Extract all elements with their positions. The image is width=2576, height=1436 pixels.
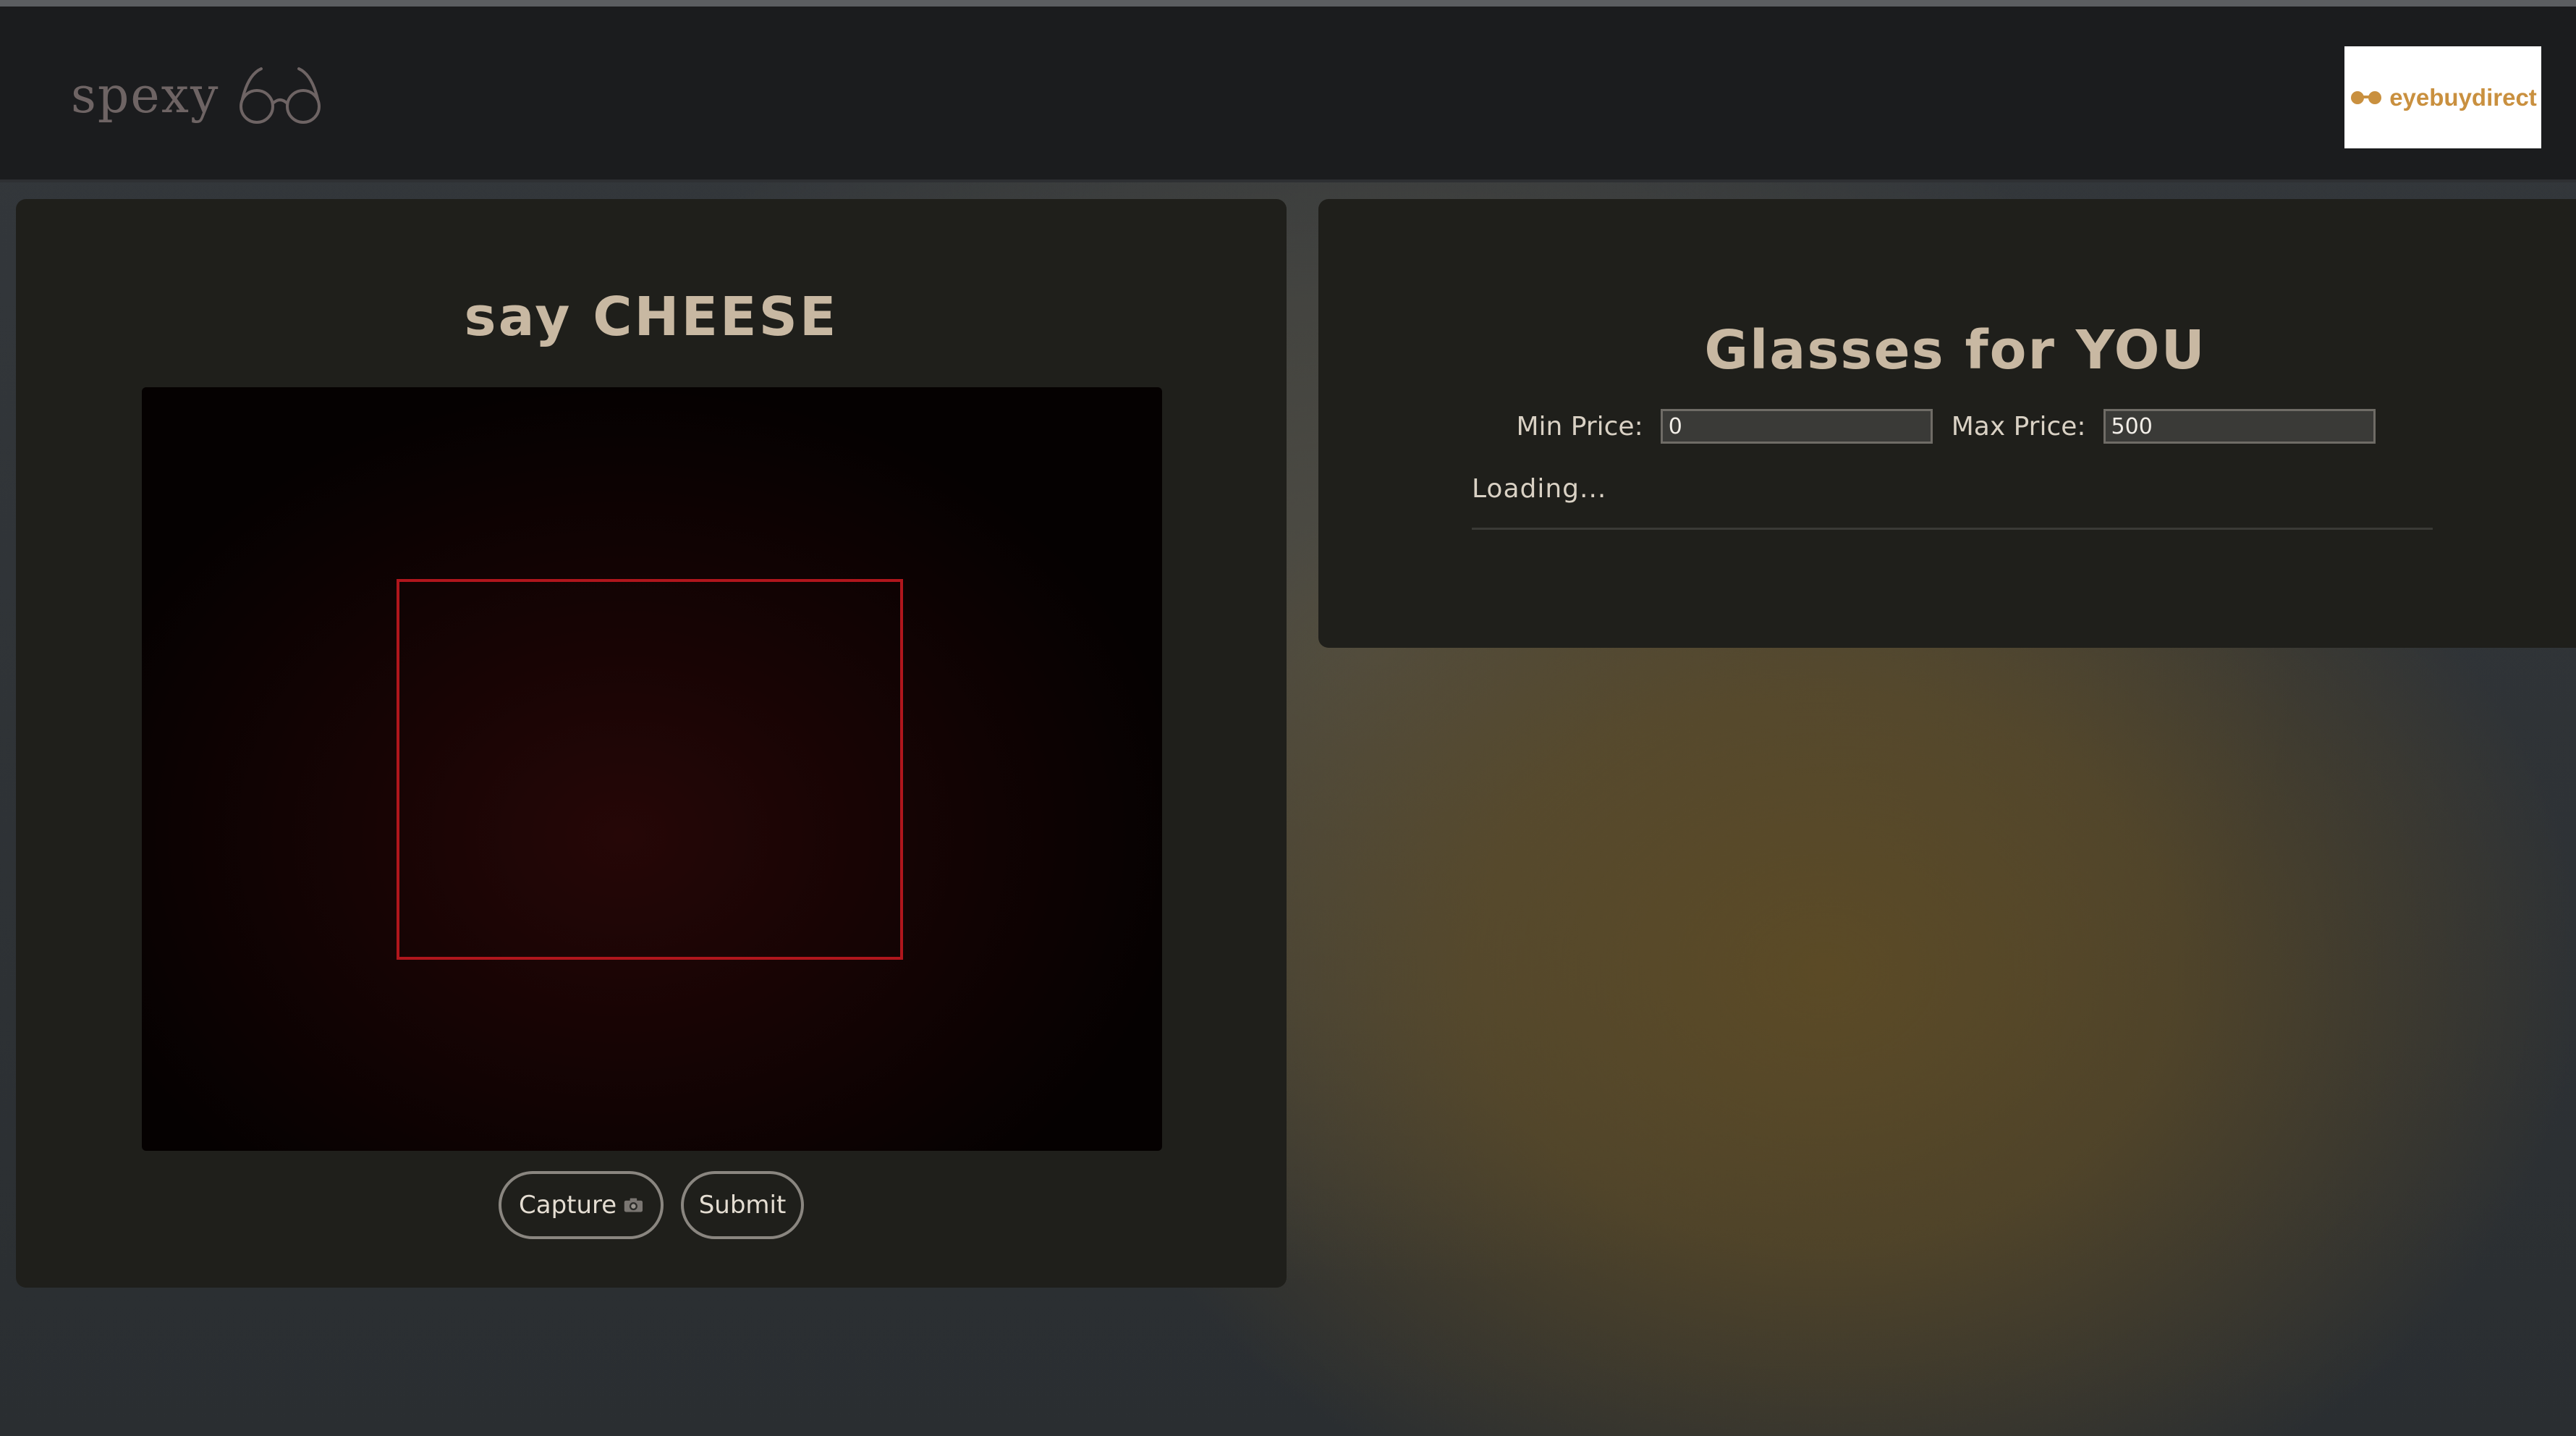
- min-price-input[interactable]: [1660, 409, 1933, 444]
- results-panel-title: Glasses for YOU: [1704, 319, 2206, 381]
- min-price-label: Min Price:: [1516, 411, 1643, 442]
- price-filters: Min Price: Max Price:: [1318, 406, 2576, 447]
- max-price-input[interactable]: [2103, 409, 2376, 444]
- logo-text: spexy: [71, 67, 220, 124]
- top-border: [0, 0, 2576, 7]
- camera-panel-title: say CHEESE: [464, 286, 839, 348]
- loading-status: Loading...: [1472, 474, 1607, 504]
- partner-logo[interactable]: eyebuydirect: [2344, 46, 2541, 148]
- glasses-icon: [2351, 90, 2382, 104]
- submit-button[interactable]: Submit: [681, 1171, 804, 1239]
- capture-button[interactable]: Capture: [499, 1171, 664, 1239]
- app-header: spexy eyebuydirect: [0, 7, 2576, 182]
- max-price-label: Max Price:: [1951, 411, 2086, 442]
- camera-actions: Capture Submit: [16, 1171, 1287, 1241]
- glasses-icon: [240, 67, 321, 124]
- camera-icon: [624, 1198, 643, 1212]
- results-panel: Glasses for YOU Min Price: Max Price: Lo…: [1318, 199, 2576, 648]
- app-logo[interactable]: spexy: [71, 56, 326, 135]
- face-detection-frame: [397, 579, 903, 960]
- results-divider: [1472, 528, 2433, 530]
- capture-button-label: Capture: [519, 1191, 617, 1220]
- partner-name: eyebuydirect: [2389, 83, 2537, 111]
- camera-preview: [142, 387, 1162, 1151]
- camera-panel: say CHEESE Capture Submit: [16, 199, 1287, 1288]
